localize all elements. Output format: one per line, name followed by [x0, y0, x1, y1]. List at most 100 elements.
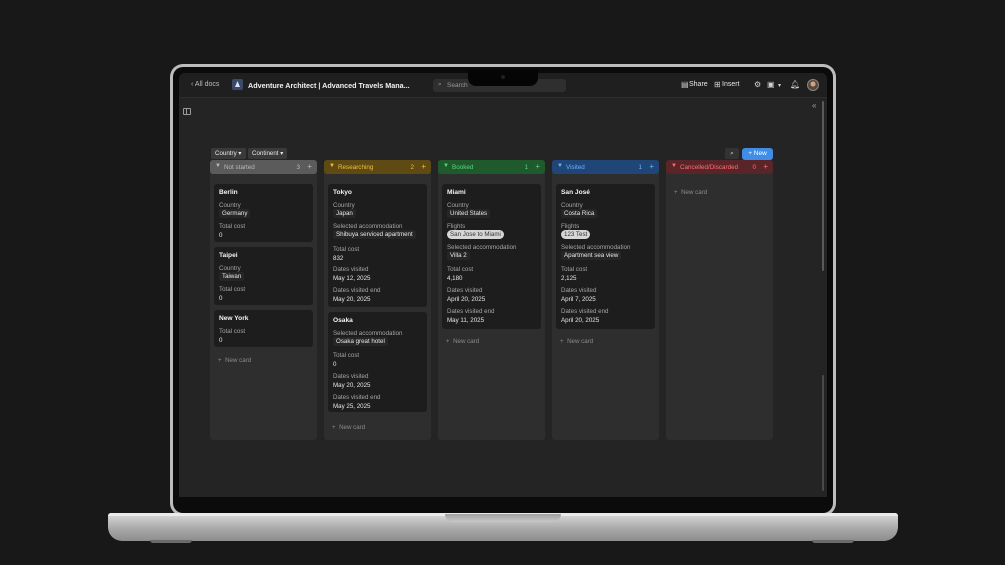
field-label: Selected accommodation — [447, 244, 517, 251]
search-icon: ⌕ — [730, 150, 734, 157]
board-search-button[interactable]: ⌕ — [725, 148, 739, 159]
accommodation-chip: Villa 2 — [447, 251, 470, 260]
card-title: Miami — [447, 189, 466, 196]
field-label: Total cost — [447, 266, 474, 273]
share-button[interactable]: Share — [689, 81, 708, 88]
field-label: Country — [219, 265, 241, 272]
field-value: 0 — [219, 232, 223, 239]
scrollbar[interactable] — [822, 101, 824, 271]
document-title[interactable]: Adventure Architect | Advanced Travels M… — [248, 81, 410, 90]
collapse-triangle-icon[interactable]: ▼ — [443, 163, 449, 169]
add-card-icon[interactable]: + — [763, 162, 768, 171]
field-label: Dates visited — [561, 287, 597, 294]
document-icon — [232, 79, 243, 90]
scrollbar-lower[interactable] — [822, 375, 824, 491]
accommodation-chip: Osaka great hotel — [333, 337, 388, 346]
field-value: 4,180 — [447, 275, 463, 282]
card-san-jose[interactable]: San José Country Costa Rica Flights 123 … — [556, 184, 655, 329]
card-miami[interactable]: Miami Country United States Flights San … — [442, 184, 541, 329]
add-card-icon[interactable]: + — [307, 162, 312, 171]
column-header[interactable]: ▼ Researching 2 + — [324, 160, 431, 174]
new-card-button[interactable]: + New card — [560, 338, 593, 345]
field-value: 0 — [219, 295, 223, 302]
card-new-york[interactable]: New York Total cost 0 — [214, 310, 313, 347]
add-card-icon[interactable]: + — [421, 162, 426, 171]
flight-chip[interactable]: 123 Test — [561, 230, 591, 239]
collapse-triangle-icon[interactable]: ▼ — [329, 163, 335, 169]
country-chip: United States — [447, 209, 491, 218]
new-card-label: New card — [225, 357, 252, 364]
new-button[interactable]: + New — [742, 148, 773, 160]
field-label: Country — [561, 202, 583, 209]
new-card-label: New card — [681, 189, 708, 196]
column-visited: ▼ Visited 1 + San José Country Costa Ric… — [552, 160, 659, 440]
new-card-button[interactable]: + New card — [218, 357, 251, 364]
column-header[interactable]: ▼ Cancelled/Discarded 0 + — [666, 160, 773, 174]
filter-continent[interactable]: Continent ▾ — [248, 148, 288, 159]
field-value: May 11, 2025 — [447, 317, 485, 324]
sidebar-toggle-icon[interactable] — [183, 108, 191, 115]
field-value: May 20, 2025 — [333, 382, 371, 389]
collapse-triangle-icon[interactable]: ▼ — [557, 163, 563, 169]
field-label: Flights — [447, 223, 466, 230]
app-window: ‹ All docs Adventure Architect | Advance… — [179, 73, 827, 497]
column-header[interactable]: ▼ Not started 3 + — [210, 160, 317, 174]
filter-label: Continent — [252, 150, 279, 157]
field-label: Dates visited — [333, 373, 369, 380]
column-cancelled: ▼ Cancelled/Discarded 0 + + New card — [666, 160, 773, 440]
column-name: Visited — [566, 164, 585, 171]
new-card-button[interactable]: + New card — [332, 424, 365, 431]
column-count: 3 — [296, 164, 300, 171]
filter-country[interactable]: Country ▾ — [211, 148, 246, 159]
chevron-down-icon[interactable]: ▾ — [778, 82, 781, 89]
camera-notch — [468, 70, 538, 86]
collapse-triangle-icon[interactable]: ▼ — [215, 163, 221, 169]
flight-chip[interactable]: San Jose to Miami — [447, 230, 504, 239]
field-label: Dates visited end — [333, 287, 381, 294]
field-value: April 20, 2025 — [447, 296, 486, 303]
layout-icon[interactable]: ▣ — [767, 80, 775, 89]
field-label: Country — [219, 202, 241, 209]
column-header[interactable]: ▼ Booked 1 + — [438, 160, 545, 174]
field-label: Total cost — [333, 352, 360, 359]
column-name: Booked — [452, 164, 474, 171]
bell-icon[interactable]: 🔔︎ — [790, 80, 800, 89]
field-value: May 25, 2025 — [333, 403, 371, 410]
country-chip: Taiwan — [219, 272, 245, 281]
card-taipei[interactable]: Taipei Country Taiwan Total cost 0 — [214, 247, 313, 305]
field-value: April 7, 2025 — [561, 296, 596, 303]
new-card-button[interactable]: + New card — [674, 189, 707, 196]
column-count: 0 — [752, 164, 756, 171]
settings-icon[interactable]: ⚙ — [754, 80, 761, 89]
column-count: 1 — [638, 164, 642, 171]
new-card-label: New card — [339, 424, 366, 431]
field-label: Total cost — [219, 223, 246, 230]
field-label: Dates visited end — [447, 308, 495, 315]
add-card-icon[interactable]: + — [535, 162, 540, 171]
card-berlin[interactable]: Berlin Country Germany Total cost 0 — [214, 184, 313, 242]
country-chip: Costa Rica — [561, 209, 598, 218]
add-card-icon[interactable]: + — [649, 162, 654, 171]
column-name: Not started — [224, 164, 255, 171]
new-card-button[interactable]: + New card — [446, 338, 479, 345]
column-header[interactable]: ▼ Visited 1 + — [552, 160, 659, 174]
avatar[interactable] — [807, 79, 819, 91]
laptop-groove — [445, 514, 561, 522]
field-label: Flights — [561, 223, 580, 230]
card-title: Berlin — [219, 189, 238, 196]
insert-button[interactable]: Insert — [722, 81, 740, 88]
collapse-panel-icon[interactable]: « — [812, 101, 816, 110]
column-name: Cancelled/Discarded — [680, 164, 739, 171]
new-card-label: New card — [567, 338, 594, 345]
search-icon: ⌕ — [438, 81, 442, 88]
collapse-triangle-icon[interactable]: ▼ — [671, 163, 677, 169]
field-label: Dates visited end — [333, 394, 381, 401]
card-osaka[interactable]: Osaka Selected accommodation Osaka great… — [328, 312, 427, 412]
search-placeholder: Search — [447, 82, 468, 89]
laptop-foot — [812, 540, 854, 543]
card-tokyo-overlay — [328, 184, 427, 283]
all-docs-link[interactable]: ‹ All docs — [191, 81, 219, 88]
insert-icon: ⊞ — [714, 80, 721, 89]
field-label: Selected accommodation — [561, 244, 631, 251]
accommodation-chip: Apartment sea view — [561, 251, 622, 260]
